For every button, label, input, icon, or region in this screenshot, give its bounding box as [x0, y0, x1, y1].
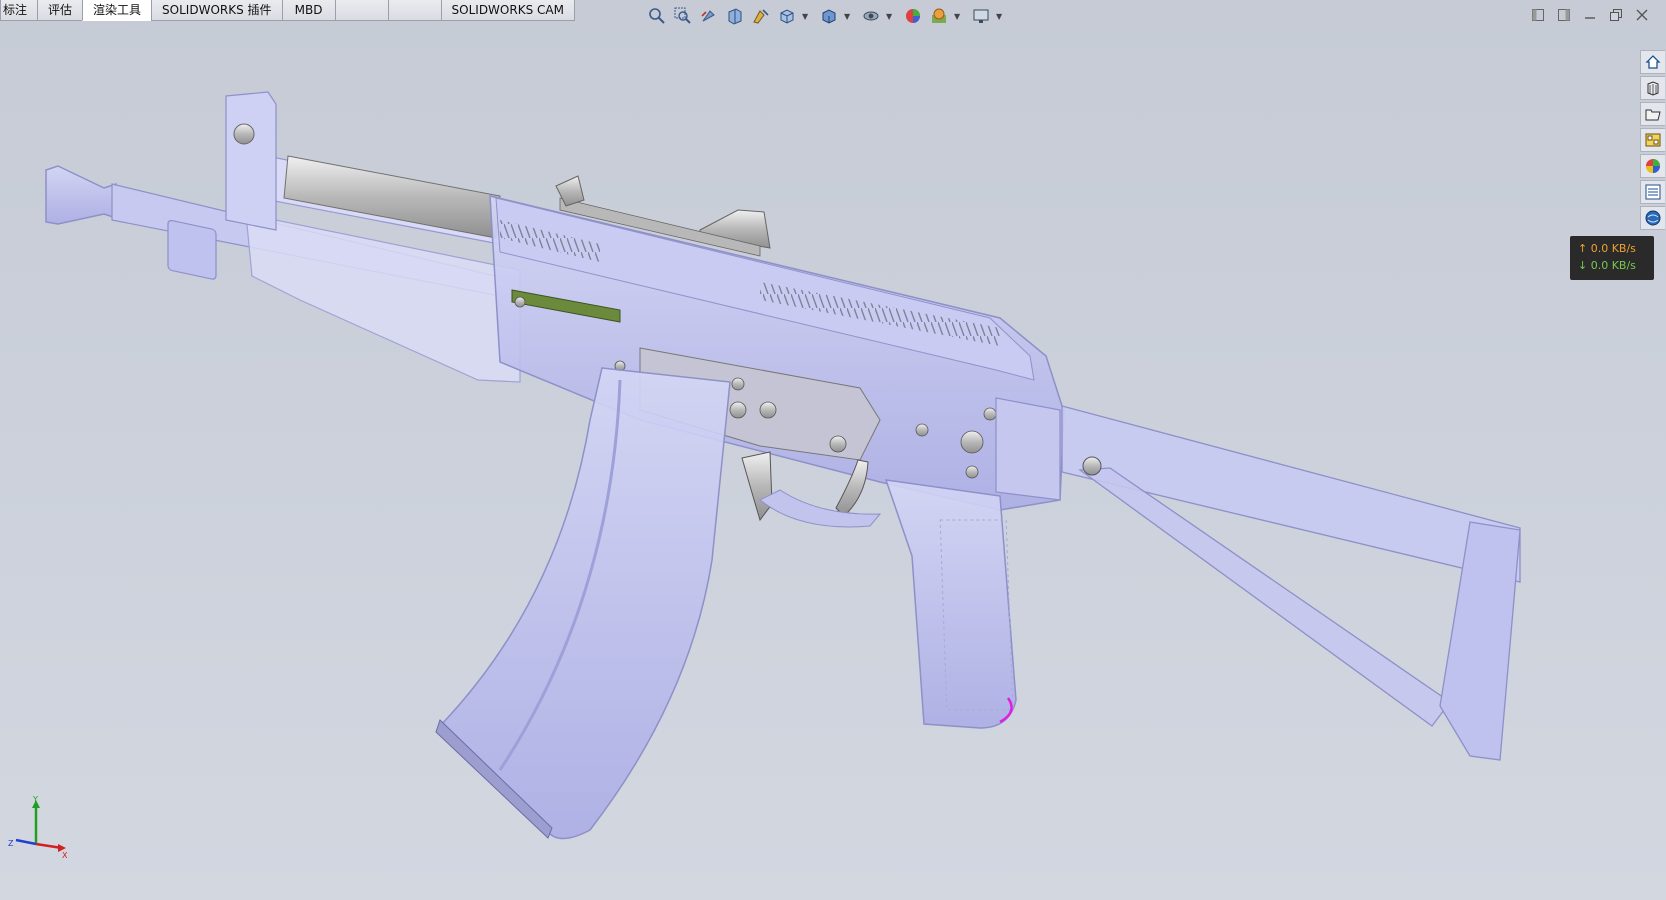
tab-evaluate[interactable]: 评估 — [37, 0, 84, 21]
tile-left-icon[interactable] — [1528, 6, 1548, 24]
chevron-down-icon[interactable]: ▼ — [802, 12, 810, 21]
zoom-to-area-icon[interactable] — [672, 5, 694, 27]
pistol-grip[interactable] — [884, 479, 1017, 729]
restore-icon[interactable] — [1606, 6, 1626, 24]
safety-lever[interactable] — [741, 451, 773, 522]
appearances-scenes-icon[interactable] — [1640, 154, 1665, 178]
zoom-to-fit-icon[interactable] — [646, 5, 668, 27]
display-style-icon[interactable] — [818, 5, 840, 27]
download-speed: ↓ 0.0 KB/s — [1578, 259, 1636, 272]
apply-scene-icon[interactable] — [928, 5, 950, 27]
command-manager-tabs: 标注 评估 渲染工具 SOLIDWORKS 插件 MBD SOLIDWORKS … — [0, 0, 575, 22]
triad-y-label: Y — [32, 795, 38, 804]
trigger-guard[interactable] — [759, 489, 882, 528]
stock-release-button[interactable] — [1082, 456, 1102, 476]
chevron-down-icon[interactable]: ▼ — [886, 12, 894, 21]
upload-speed: ↑ 0.0 KB/s — [1578, 242, 1636, 255]
front-sight[interactable] — [225, 91, 277, 231]
solidworks-resources-icon[interactable] — [1640, 50, 1665, 74]
section-view-icon[interactable] — [724, 5, 746, 27]
tab-solidworks-addins[interactable]: SOLIDWORKS 插件 — [151, 0, 283, 21]
view-settings-icon[interactable] — [970, 5, 992, 27]
muzzle-brake[interactable] — [45, 165, 117, 225]
tab-markup[interactable]: 标注 — [0, 0, 39, 21]
network-speed-monitor: ↑ 0.0 KB/s ↓ 0.0 KB/s — [1570, 236, 1654, 280]
view-palette-icon[interactable] — [1640, 128, 1665, 152]
tab-empty-1[interactable] — [334, 0, 389, 21]
heads-up-view-toolbar: ▼ ▼ ▼ ▼ ▼ — [646, 4, 1008, 28]
dynamic-annotation-views-icon[interactable] — [750, 5, 772, 27]
chevron-down-icon[interactable]: ▼ — [954, 12, 962, 21]
tab-solidworks-cam[interactable]: SOLIDWORKS CAM — [440, 0, 575, 21]
chevron-down-icon[interactable]: ▼ — [996, 12, 1004, 21]
front-sight-post[interactable] — [233, 123, 255, 145]
stock-hinge[interactable] — [995, 397, 1061, 501]
minimize-icon[interactable] — [1580, 6, 1600, 24]
graphics-area[interactable] — [0, 0, 1666, 900]
hide-show-items-icon[interactable] — [860, 5, 882, 27]
solidworks-forum-icon[interactable] — [1640, 206, 1665, 230]
barrel-band[interactable] — [167, 219, 217, 280]
tile-right-icon[interactable] — [1554, 6, 1574, 24]
edit-appearance-icon[interactable] — [902, 5, 924, 27]
reference-triad: Y X Z — [8, 795, 68, 858]
assembly-model[interactable] — [45, 91, 1521, 840]
close-icon[interactable] — [1632, 6, 1652, 24]
file-explorer-icon[interactable] — [1640, 102, 1665, 126]
design-library-icon[interactable] — [1640, 76, 1665, 100]
window-controls — [1528, 6, 1652, 24]
custom-properties-icon[interactable] — [1640, 180, 1665, 204]
chevron-down-icon[interactable]: ▼ — [844, 12, 852, 21]
triad-x-label: X — [62, 851, 68, 858]
task-pane-tabs — [1640, 50, 1666, 230]
triad-z-label: Z — [8, 839, 14, 848]
previous-view-icon[interactable] — [698, 5, 720, 27]
tab-empty-2[interactable] — [387, 0, 442, 21]
tab-mbd[interactable]: MBD — [281, 0, 336, 21]
gas-piston-metal[interactable] — [283, 155, 501, 239]
tab-render-tools[interactable]: 渲染工具 — [82, 0, 153, 21]
view-orientation-icon[interactable] — [776, 5, 798, 27]
